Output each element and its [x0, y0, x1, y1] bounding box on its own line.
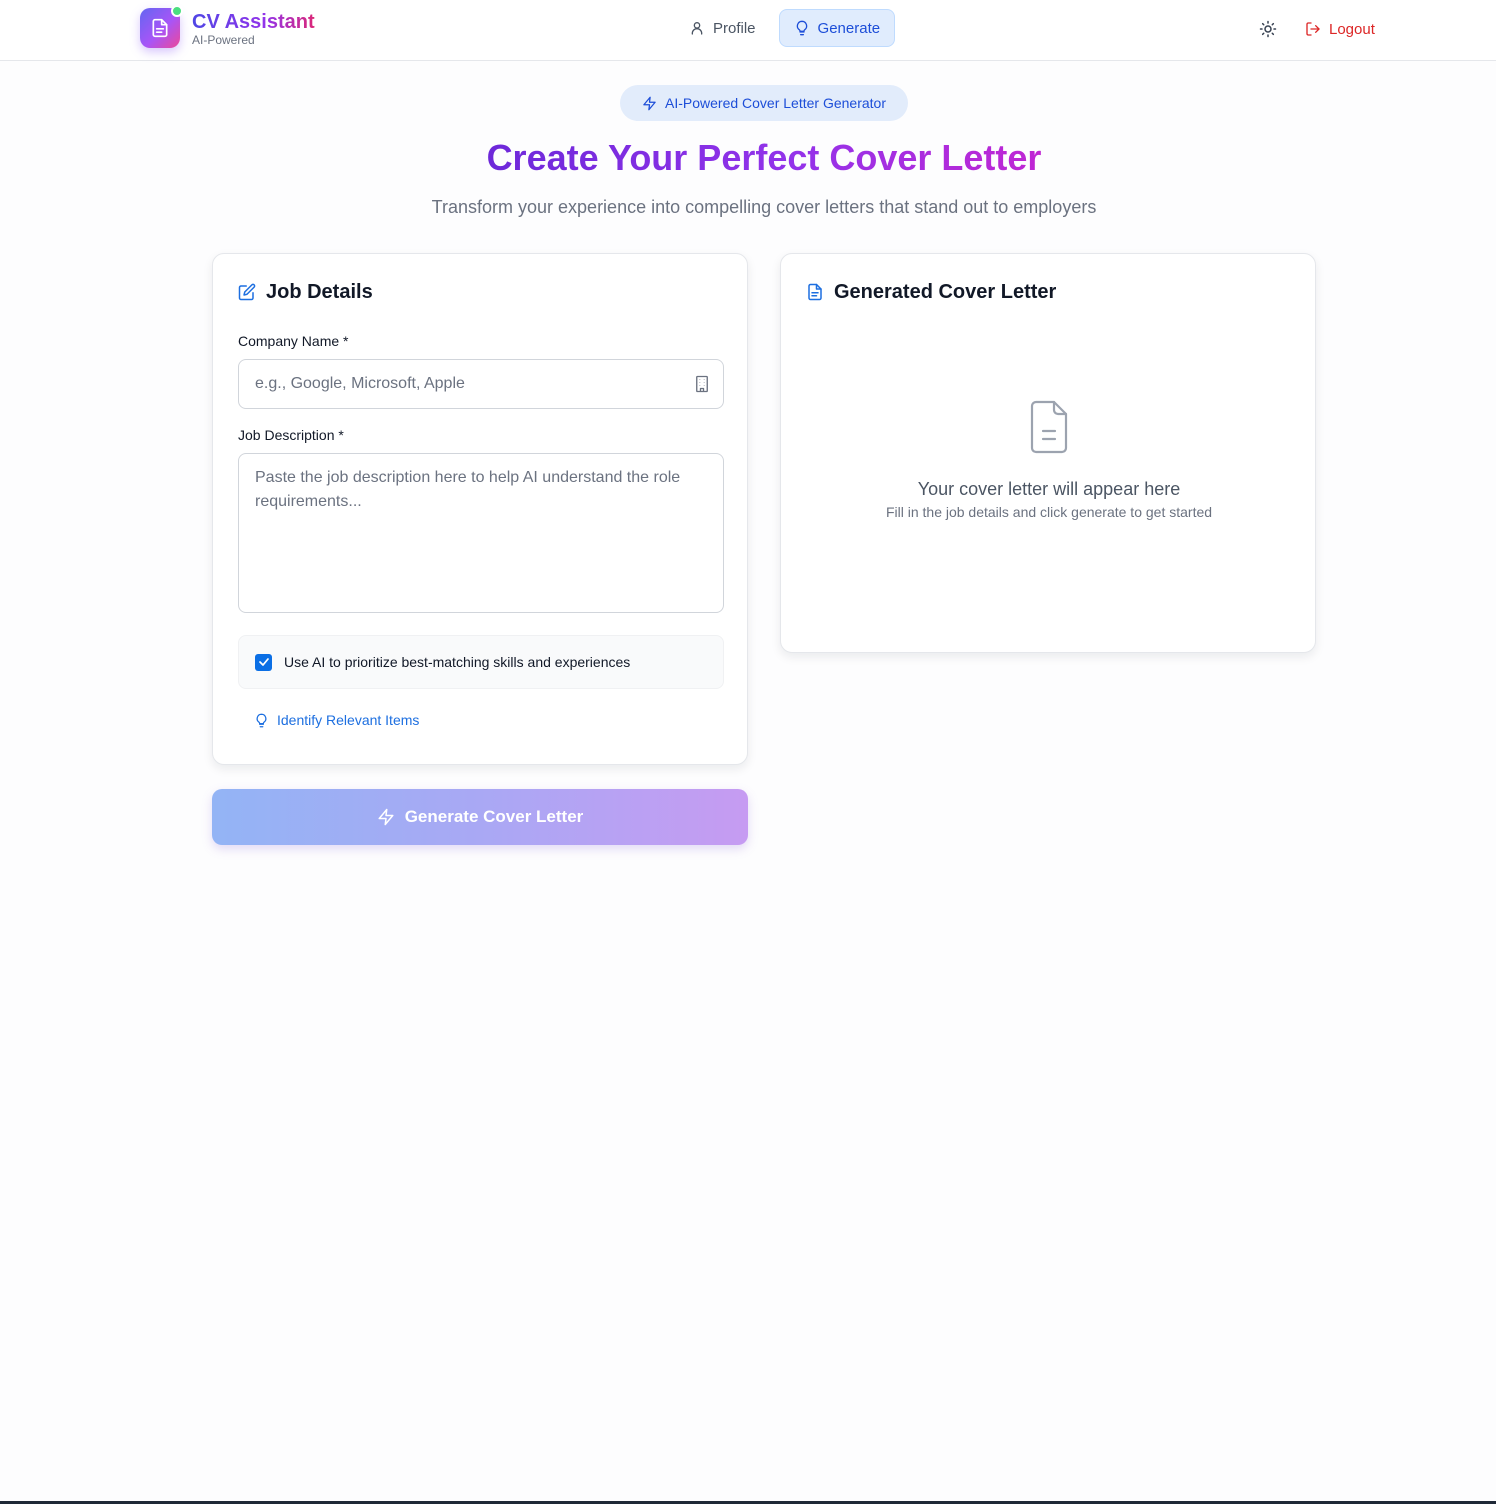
generated-cover-letter-title: Generated Cover Letter [834, 281, 1057, 303]
document-placeholder-icon [1030, 400, 1068, 454]
lightning-icon [378, 808, 394, 826]
edit-icon [238, 283, 256, 301]
job-details-card: Job Details Company Name * Job Descripti… [212, 253, 748, 765]
brand-title: CV Assistant [192, 11, 315, 33]
page-title: Create Your Perfect Cover Letter [0, 136, 1496, 180]
ai-prioritize-checkbox[interactable] [255, 653, 272, 671]
app-logo [140, 5, 183, 48]
empty-state-title: Your cover letter will appear here [917, 479, 1181, 499]
page-title-text: Create Your Perfect Cover Letter [486, 137, 1042, 178]
status-dot [171, 5, 183, 17]
job-description-label: Job Description * [238, 427, 344, 443]
nav-profile-button[interactable]: Profile [674, 9, 771, 47]
document-icon [808, 283, 822, 301]
job-details-header: Job Details [238, 280, 373, 304]
page-subtitle: Transform your experience into compellin… [431, 197, 1097, 217]
top-navigation-bar: CV Assistant AI-Powered Profile Generate [0, 0, 1496, 61]
lightbulb-icon [796, 20, 807, 36]
main-nav: Profile Generate [674, 9, 896, 47]
ai-prioritize-option[interactable]: Use AI to prioritize best-matching skill… [238, 635, 724, 689]
feature-badge-label: AI-Powered Cover Letter Generator [665, 95, 886, 111]
logout-button[interactable]: Logout [1305, 16, 1375, 42]
sun-icon [1259, 20, 1277, 38]
lightbulb-icon [256, 713, 267, 727]
nav-generate-label: Generate [817, 19, 881, 37]
empty-state: Your cover letter will appear here Fill … [781, 399, 1317, 521]
generate-cover-letter-label: Generate Cover Letter [404, 807, 584, 826]
identify-relevant-items-button[interactable]: Identify Relevant Items [254, 712, 419, 728]
logout-label: Logout [1329, 20, 1375, 38]
job-details-title: Job Details [266, 281, 373, 303]
ai-prioritize-label: Use AI to prioritize best-matching skill… [284, 654, 631, 670]
brand[interactable]: CV Assistant AI-Powered [140, 5, 315, 48]
company-name-input[interactable] [238, 359, 724, 409]
nav-generate-button[interactable]: Generate [778, 9, 896, 47]
building-icon [691, 373, 713, 395]
company-name-label: Company Name * [238, 333, 349, 349]
user-icon [691, 22, 703, 35]
checkmark-icon [258, 658, 269, 666]
empty-state-subtitle: Fill in the job details and click genera… [885, 504, 1213, 520]
generated-cover-letter-card: Generated Cover Letter Your cover letter… [780, 253, 1316, 653]
generated-cover-letter-header: Generated Cover Letter [806, 280, 1056, 304]
nav-profile-label: Profile [713, 19, 756, 37]
feature-badge: AI-Powered Cover Letter Generator [620, 85, 908, 121]
theme-toggle-button[interactable] [1255, 16, 1281, 42]
logout-icon [1306, 22, 1320, 36]
job-description-textarea[interactable] [238, 453, 724, 613]
brand-subtitle: AI-Powered [192, 33, 255, 47]
identify-relevant-items-label: Identify Relevant Items [277, 712, 420, 728]
document-icon [152, 18, 168, 38]
lightning-icon [643, 96, 656, 110]
generate-cover-letter-button[interactable]: Generate Cover Letter [212, 789, 748, 845]
